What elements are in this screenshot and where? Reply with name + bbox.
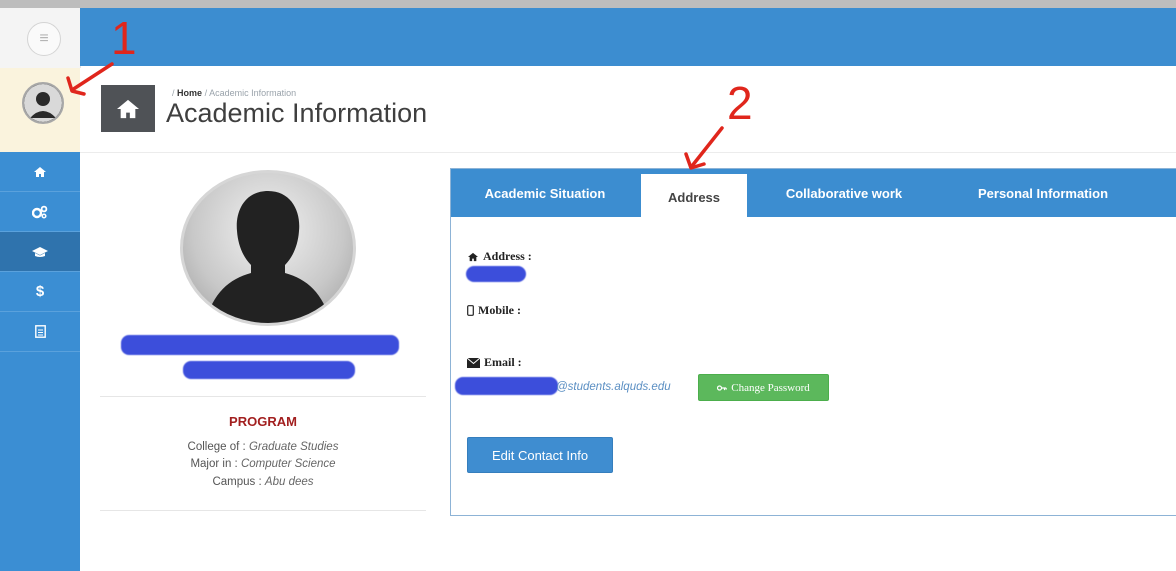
annotation-arrow-2 xyxy=(684,126,724,170)
college-value: Graduate Studies xyxy=(248,441,339,453)
mobile-label: Mobile : xyxy=(478,303,521,317)
annotation-number-2: 2 xyxy=(727,77,753,129)
college-label: College of : xyxy=(187,441,246,453)
major-line: Major in : Computer Science xyxy=(100,458,426,470)
profile-divider xyxy=(100,510,426,511)
email-label-row: Email : xyxy=(467,355,522,370)
change-password-label: Change Password xyxy=(731,381,810,394)
menu-toggle-button[interactable]: ≡ xyxy=(27,22,61,56)
breadcrumb-home-link[interactable]: Home xyxy=(177,88,202,98)
email-domain: @students.alquds.edu xyxy=(556,381,671,393)
breadcrumb-separator: / xyxy=(172,88,175,98)
hamburger-icon: ≡ xyxy=(39,30,49,47)
top-navbar xyxy=(80,8,1176,66)
graduation-cap-icon xyxy=(32,246,48,257)
home-icon xyxy=(34,166,46,177)
tab-collaborative-work[interactable]: Collaborative work xyxy=(750,169,938,217)
cogs-icon xyxy=(32,205,48,219)
page-title: Academic Information xyxy=(166,98,428,128)
sidebar-item-academic[interactable] xyxy=(0,232,80,272)
redacted-email-user xyxy=(455,377,558,395)
sidebar-nav: $ xyxy=(0,152,80,571)
tab-personal-information[interactable]: Personal Information xyxy=(940,169,1146,217)
user-silhouette-icon xyxy=(205,191,331,323)
profile-photo xyxy=(180,170,356,326)
program-heading: PROGRAM xyxy=(229,414,297,429)
document-icon xyxy=(34,325,46,338)
profile-divider xyxy=(100,396,426,397)
redacted-student-id xyxy=(183,361,355,379)
major-value: Computer Science xyxy=(240,458,336,470)
tab-academic-situation[interactable]: Academic Situation xyxy=(451,169,639,217)
campus-label: Campus : xyxy=(212,476,262,488)
edit-contact-info-button[interactable]: Edit Contact Info xyxy=(467,437,613,473)
email-label: Email : xyxy=(484,355,522,369)
address-label: Address : xyxy=(483,249,532,263)
annotation-number-1: 1 xyxy=(111,12,137,64)
window-top-edge xyxy=(0,0,1176,8)
college-line: College of : Graduate Studies xyxy=(100,441,426,453)
dollar-icon: $ xyxy=(35,283,45,300)
campus-value: Abu dees xyxy=(264,476,314,488)
tab-address[interactable]: Address xyxy=(641,172,747,221)
major-label: Major in : xyxy=(190,458,238,470)
change-password-button[interactable]: Change Password xyxy=(698,374,829,401)
mobile-label-row: Mobile : xyxy=(467,303,521,318)
campus-line: Campus : Abu dees xyxy=(100,476,426,488)
key-icon xyxy=(717,384,727,391)
breadcrumb: / Home / Academic Information xyxy=(172,88,296,98)
user-avatar[interactable] xyxy=(22,82,64,124)
header-divider xyxy=(80,152,1176,153)
mobile-phone-icon xyxy=(467,305,474,316)
sidebar-item-finance[interactable]: $ xyxy=(0,272,80,312)
address-label-row: Address : xyxy=(467,249,532,264)
sidebar-item-home[interactable] xyxy=(0,152,80,192)
user-silhouette-icon xyxy=(24,84,62,122)
redacted-student-name xyxy=(121,335,399,355)
sidebar-item-settings[interactable] xyxy=(0,192,80,232)
breadcrumb-separator: / xyxy=(204,88,208,98)
redacted-address xyxy=(466,266,526,282)
envelope-icon xyxy=(467,357,480,368)
sidebar-item-documents[interactable] xyxy=(0,312,80,352)
breadcrumb-current: Academic Information xyxy=(209,88,297,98)
sidebar-bottom xyxy=(0,564,80,571)
annotation-arrow-1 xyxy=(66,62,114,96)
home-icon xyxy=(468,252,478,261)
